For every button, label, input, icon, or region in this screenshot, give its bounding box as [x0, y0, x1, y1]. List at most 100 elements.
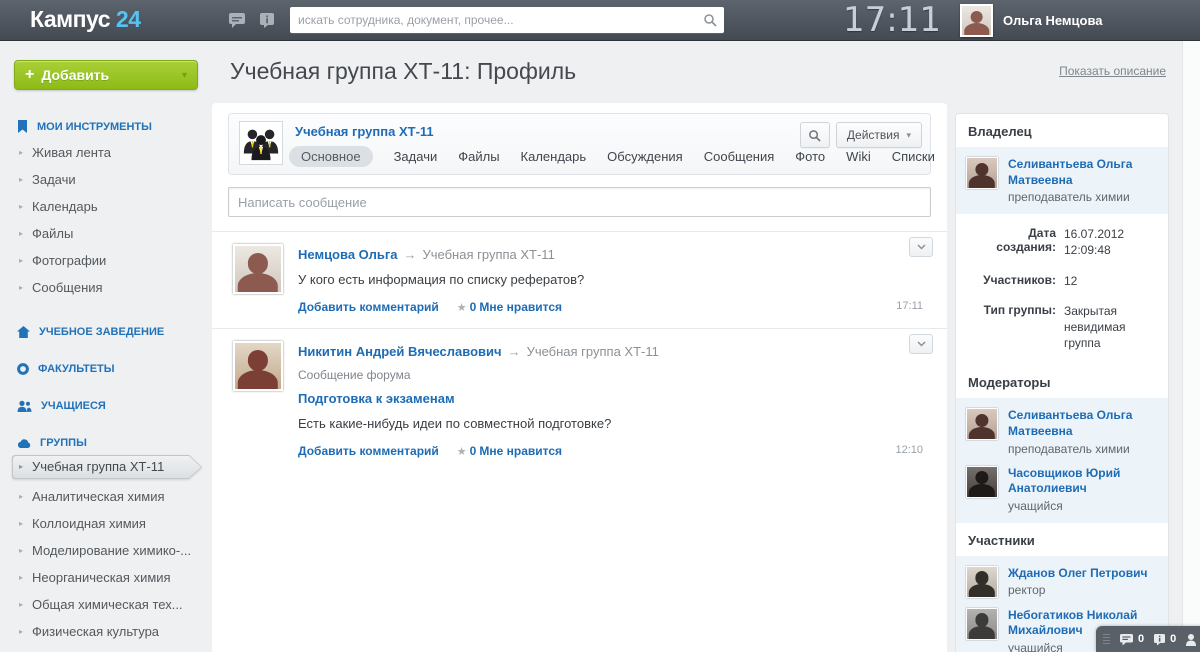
composer-input[interactable]	[229, 188, 930, 216]
person-name-link[interactable]: Селивантьева Ольга Матвеевна	[1008, 408, 1158, 439]
actions-button[interactable]: Действия ▾	[836, 122, 922, 148]
person-avatar[interactable]	[966, 157, 998, 189]
message-composer	[228, 187, 931, 217]
add-comment-link[interactable]: Добавить комментарий	[298, 444, 439, 458]
sidebar-section-groups[interactable]: ГРУППЫ	[0, 437, 212, 449]
group-card-buttons: Действия ▾	[800, 122, 922, 148]
dock-drag-handle[interactable]	[1103, 634, 1110, 644]
feed-post: Никитин Андрей Вячеславович→Учебная груп…	[212, 328, 947, 472]
sidebar-item-calendar[interactable]: Календарь	[0, 193, 212, 220]
info-row: Тип группы: Закрытая невидимая группа	[968, 303, 1156, 352]
post-time: 17:11	[896, 300, 923, 312]
dock-info-count: 0	[1170, 633, 1176, 645]
tab-main[interactable]: Основное	[289, 146, 373, 167]
search-icon[interactable]	[696, 7, 724, 33]
page-title: Учебная группа ХТ-11: Профиль	[230, 58, 576, 85]
dock-chat-count: 0	[1138, 633, 1144, 645]
sidebar-item-modeling[interactable]: Моделирование химико-...	[0, 537, 212, 564]
add-button[interactable]: + Добавить ▾	[14, 60, 198, 90]
chevron-down-icon[interactable]: ▾	[182, 70, 187, 81]
page-scrollbar[interactable]	[1182, 40, 1200, 652]
user-name: Ольга Немцова	[1003, 13, 1103, 28]
tab-calendar[interactable]: Календарь	[521, 149, 587, 164]
search-input[interactable]	[290, 7, 696, 33]
collapse-post-button[interactable]	[909, 237, 933, 257]
post-header: Никитин Андрей Вячеславович→Учебная груп…	[298, 344, 923, 359]
post-text: Есть какие-нибудь идеи по совместной под…	[298, 416, 923, 431]
tab-files[interactable]: Файлы	[458, 149, 499, 164]
tab-tasks[interactable]: Задачи	[394, 149, 438, 164]
chat-bubble-icon[interactable]	[227, 11, 247, 29]
sidebar-section-faculties[interactable]: ФАКУЛЬТЕТЫ	[0, 363, 212, 375]
person-name-link[interactable]: Селивантьева Ольга Матвеевна	[1008, 157, 1158, 188]
tab-discussions[interactable]: Обсуждения	[607, 149, 683, 164]
post-author-avatar[interactable]	[233, 244, 283, 294]
person-avatar[interactable]	[966, 466, 998, 498]
sidebar-item-tasks[interactable]: Задачи	[0, 166, 212, 193]
sidebar-section-label: МОИ ИНСТРУМЕНТЫ	[37, 121, 152, 133]
tab-lists[interactable]: Списки	[892, 149, 935, 164]
person-avatar[interactable]	[966, 408, 998, 440]
global-search	[290, 7, 724, 33]
like-button[interactable]: ★ 0 Мне нравится	[457, 444, 562, 458]
sidebar-item-general-chem[interactable]: Общая химическая тех...	[0, 591, 212, 618]
group-search-button[interactable]	[800, 122, 830, 148]
post-author-link[interactable]: Никитин Андрей Вячеславович	[298, 344, 502, 359]
dock-people-button[interactable]	[1185, 633, 1199, 646]
current-user[interactable]: Ольга Немцова	[960, 4, 1103, 37]
post-author-link[interactable]: Немцова Ольга	[298, 247, 398, 262]
moderators-block: Селивантьева Ольга Матвеевна преподавате…	[956, 398, 1168, 522]
post-target-link[interactable]: Учебная группа ХТ-11	[527, 344, 659, 359]
person-role: учащийся	[1008, 499, 1158, 513]
sidebar-item-colloid-chem[interactable]: Коллоидная химия	[0, 510, 212, 537]
sidebar-item-messages[interactable]: Сообщения	[0, 274, 212, 301]
person-avatar[interactable]	[966, 566, 998, 598]
like-count: 0	[470, 300, 477, 314]
tab-messages[interactable]: Сообщения	[704, 149, 775, 164]
sidebar-item-live-feed[interactable]: Живая лента	[0, 139, 212, 166]
user-avatar[interactable]	[960, 4, 993, 37]
sidebar-section-my-tools[interactable]: МОИ ИНСТРУМЕНТЫ	[0, 120, 212, 133]
sidebar-section-students[interactable]: УЧАЩИЕСЯ	[0, 400, 212, 412]
person-row: Часовщиков Юрий Анатолиевич учащийся	[966, 461, 1158, 518]
post-kind: Сообщение форума	[298, 368, 923, 382]
info-value: Закрытая невидимая группа	[1064, 303, 1156, 352]
dock-chat-button[interactable]: 0	[1119, 633, 1144, 646]
app-logo[interactable]: Кампус 24	[30, 6, 141, 33]
sidebar-item-inorganic-chem[interactable]: Неорганическая химия	[0, 564, 212, 591]
post-actions: Добавить комментарий ★ 0 Мне нравится	[298, 444, 923, 458]
person-avatar[interactable]	[966, 608, 998, 640]
post-target-link[interactable]: Учебная группа ХТ-11	[423, 247, 555, 262]
collapse-post-button[interactable]	[909, 334, 933, 354]
add-comment-link[interactable]: Добавить комментарий	[298, 300, 439, 314]
tab-wiki[interactable]: Wiki	[846, 149, 871, 164]
selected-group-label: Учебная группа ХТ-11	[12, 455, 202, 479]
like-button[interactable]: ★ 0 Мне нравится	[457, 300, 562, 314]
sidebar-item-group-xt11-selected[interactable]: Учебная группа ХТ-11	[12, 455, 202, 479]
group-avatar[interactable]	[239, 121, 283, 165]
group-name-link[interactable]: Учебная группа ХТ-11	[295, 124, 434, 139]
post-author-avatar[interactable]	[233, 341, 283, 391]
star-icon: ★	[457, 445, 467, 458]
add-button-label: Добавить	[41, 67, 109, 83]
person-role: ректор	[1008, 583, 1147, 597]
person-name-link[interactable]: Часовщиков Юрий Анатолиевич	[1008, 466, 1158, 497]
sidebar-item-files[interactable]: Файлы	[0, 220, 212, 247]
sidebar-section-institution[interactable]: УЧЕБНОЕ ЗАВЕДЕНИЕ	[0, 326, 212, 338]
person-name-link[interactable]: Жданов Олег Петрович	[1008, 566, 1147, 582]
sidebar-section-label: ГРУППЫ	[40, 437, 87, 449]
sidebar-section-label: УЧАЩИЕСЯ	[41, 400, 106, 412]
like-label: Мне нравится	[479, 300, 562, 314]
show-description-link[interactable]: Показать описание	[1059, 64, 1166, 78]
sidebar-item-analytical-chem[interactable]: Аналитическая химия	[0, 483, 212, 510]
post-topic-link[interactable]: Подготовка к экзаменам	[298, 391, 923, 406]
chevron-down-icon	[917, 244, 926, 250]
bookmark-icon	[17, 120, 28, 133]
dock-info-button[interactable]: 0	[1153, 633, 1176, 646]
group-info-panel: Владелец Селивантьева Ольга Матвеевна пр…	[955, 113, 1169, 652]
sidebar-item-photos[interactable]: Фотографии	[0, 247, 212, 274]
sidebar-item-physical-culture[interactable]: Физическая культура	[0, 618, 212, 645]
tab-photo[interactable]: Фото	[795, 149, 825, 164]
info-icon[interactable]	[258, 11, 278, 29]
star-icon: ★	[457, 301, 467, 314]
